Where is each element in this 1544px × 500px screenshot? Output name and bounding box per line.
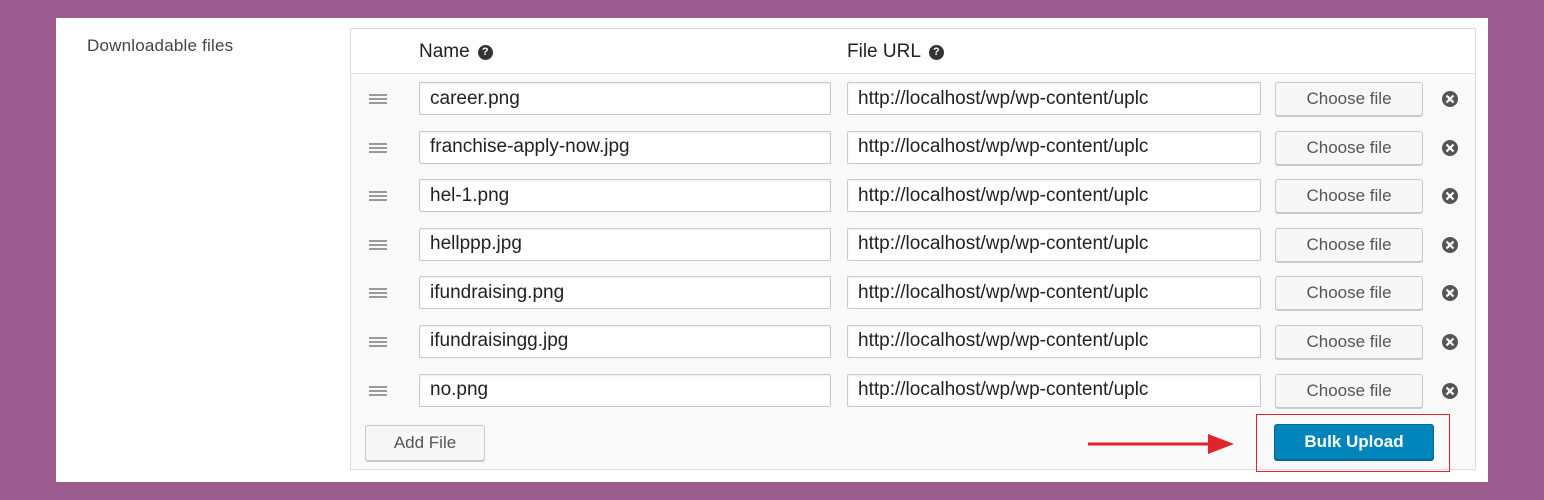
column-name: Name ? — [419, 41, 493, 63]
choose-file-button[interactable]: Choose file — [1275, 276, 1423, 311]
file-url-input[interactable] — [847, 324, 1261, 358]
file-rows: Choose file Choose file Choose file Choo… — [351, 74, 1475, 414]
file-name-input[interactable] — [419, 324, 831, 358]
file-name-input[interactable] — [419, 82, 831, 115]
file-row: Choose file — [351, 123, 1475, 172]
choose-file-button[interactable]: Choose file — [1275, 373, 1423, 408]
drag-handle-icon[interactable] — [369, 191, 387, 202]
file-url-input[interactable] — [847, 130, 1261, 164]
remove-icon[interactable] — [1441, 382, 1459, 400]
file-name-input[interactable] — [419, 276, 831, 310]
file-row: Choose file — [351, 220, 1475, 269]
field-label: Downloadable files — [87, 36, 234, 55]
drag-handle-icon[interactable] — [369, 142, 387, 153]
remove-icon[interactable] — [1441, 284, 1459, 302]
help-icon[interactable]: ? — [477, 44, 493, 60]
remove-icon[interactable] — [1441, 236, 1459, 254]
column-file-url: File URL ? — [847, 41, 944, 63]
table-header: Name ? File URL ? — [351, 29, 1475, 74]
file-row: Choose file — [351, 268, 1475, 317]
choose-file-button[interactable]: Choose file — [1275, 324, 1423, 359]
choose-file-button[interactable]: Choose file — [1275, 179, 1423, 214]
downloadable-files-panel: Downloadable files Name ? File URL ? Cho… — [56, 18, 1488, 482]
file-name-input[interactable] — [419, 373, 831, 407]
file-name-input[interactable] — [419, 179, 831, 213]
add-file-button[interactable]: Add File — [365, 425, 485, 461]
choose-file-button[interactable]: Choose file — [1275, 227, 1423, 262]
remove-icon[interactable] — [1441, 139, 1459, 157]
choose-file-button[interactable]: Choose file — [1275, 130, 1423, 165]
drag-handle-icon[interactable] — [369, 336, 387, 347]
file-url-input[interactable] — [847, 82, 1261, 115]
column-file-url-label: File URL — [847, 41, 921, 62]
drag-handle-icon[interactable] — [369, 94, 387, 104]
choose-file-button[interactable]: Choose file — [1275, 82, 1423, 116]
file-row: Choose file — [351, 366, 1475, 415]
remove-icon[interactable] — [1441, 187, 1459, 205]
remove-icon[interactable] — [1441, 90, 1459, 108]
file-row: Choose file — [351, 317, 1475, 366]
column-name-label: Name — [419, 41, 470, 62]
remove-icon[interactable] — [1441, 333, 1459, 351]
help-icon[interactable]: ? — [928, 44, 944, 60]
file-url-input[interactable] — [847, 276, 1261, 310]
files-table: Name ? File URL ? Choose file Choose fil… — [350, 28, 1476, 470]
file-row: Choose file — [351, 74, 1475, 123]
file-row: Choose file — [351, 171, 1475, 220]
drag-handle-icon[interactable] — [369, 385, 387, 396]
file-url-input[interactable] — [847, 227, 1261, 261]
file-name-input[interactable] — [419, 130, 831, 164]
drag-handle-icon[interactable] — [369, 239, 387, 250]
file-url-input[interactable] — [847, 373, 1261, 407]
file-url-input[interactable] — [847, 179, 1261, 213]
bulk-upload-button[interactable]: Bulk Upload — [1274, 424, 1434, 460]
arrow-right-icon — [1088, 434, 1234, 454]
drag-handle-icon[interactable] — [369, 288, 387, 299]
file-name-input[interactable] — [419, 227, 831, 261]
